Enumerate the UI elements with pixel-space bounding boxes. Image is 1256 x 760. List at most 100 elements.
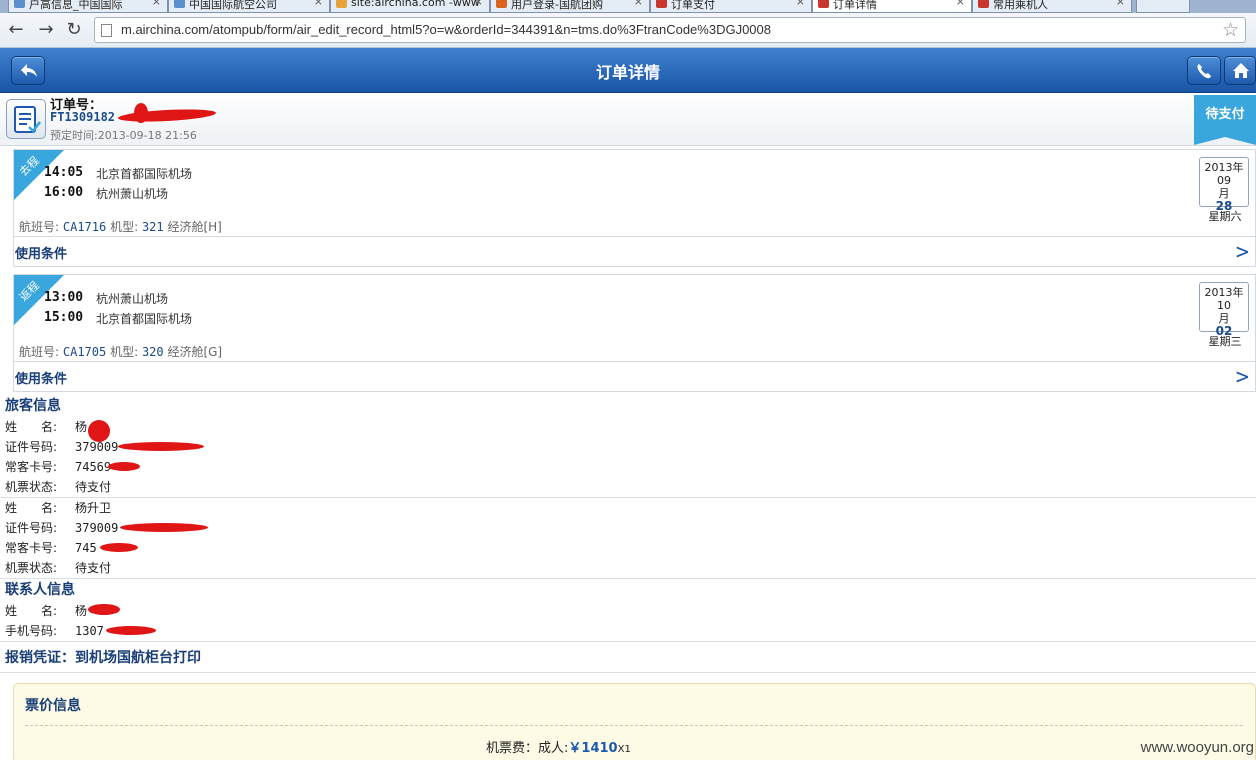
chevron-right-icon: >	[1235, 240, 1249, 265]
contact-phone-row: 手机号码: 1307	[5, 622, 104, 639]
browser-tab-5[interactable]: 订单支付 ×	[650, 0, 812, 13]
calendar-date-icon: 2013年09 月 28	[1199, 157, 1249, 213]
reload-icon[interactable]: ↻	[63, 19, 85, 41]
redaction-mark	[118, 442, 204, 451]
divider	[0, 578, 1256, 579]
divider	[0, 497, 1256, 498]
redaction-mark	[100, 543, 138, 552]
departure-airport: 北京首都国际机场	[96, 167, 193, 181]
fare-info-panel: 票价信息 机票费：成人:￥1410X1	[13, 683, 1256, 760]
google-favicon-icon	[336, 0, 347, 8]
browser-tab-7[interactable]: 常用乘机人 ×	[972, 0, 1132, 13]
arrival-airport: 北京首都国际机场	[96, 312, 193, 326]
ticket-status: 待支付	[75, 480, 112, 494]
passenger-ffp: 74569	[75, 460, 112, 474]
calendar-year-month: 2013年10	[1204, 286, 1244, 312]
watermark: www.wooyun.org	[1140, 739, 1254, 756]
ffp-label: 常客卡号:	[5, 541, 58, 555]
fare-amount: ￥1410	[568, 741, 618, 756]
browser-tab-1[interactable]: 户高信息_中国国际 ×	[8, 0, 168, 13]
weekday: 星期六	[1208, 210, 1242, 223]
id-label: 证件号码:	[5, 521, 58, 535]
ticket-status: 待支付	[75, 561, 112, 575]
browser-tab-6-active[interactable]: 订单详情 ×	[812, 0, 972, 13]
phone-icon	[1197, 64, 1211, 79]
forward-arrow-icon[interactable]: →	[35, 19, 57, 41]
flight-segment-return: 返程 13:00 杭州萧山机场 15:00 北京首都国际机场 航班号: CA17…	[13, 274, 1256, 392]
order-status-badge: 待支付	[1194, 95, 1256, 145]
airchina-favicon-icon	[818, 0, 829, 8]
tab-close-icon[interactable]: ×	[956, 0, 965, 8]
flight-number-label: 航班号:	[19, 345, 60, 359]
passenger-id-row: 证件号码: 379009	[5, 519, 118, 536]
passenger-id: 379009	[75, 440, 119, 454]
tab-close-icon[interactable]: ×	[152, 0, 161, 8]
tab-label: 中国国际航空公司	[189, 0, 277, 11]
tab-close-icon[interactable]: ×	[474, 0, 483, 8]
redaction-mark	[88, 420, 110, 442]
aircraft-label: 机型:	[110, 220, 139, 234]
aircraft-type: 321	[141, 220, 164, 234]
weekday: 星期三	[1208, 335, 1242, 348]
arrival-time: 16:00	[44, 185, 84, 200]
ticket-status-row: 机票状态: 待支付	[5, 559, 111, 576]
browser-tab-2[interactable]: 中国国际航空公司 ×	[168, 0, 330, 13]
home-icon	[1233, 63, 1249, 78]
tab-label: 常用乘机人	[993, 0, 1048, 11]
fare-info-title: 票价信息	[25, 698, 81, 714]
aircraft-label: 机型:	[110, 345, 139, 359]
usage-conditions-row[interactable]: 使用条件 >	[14, 236, 1255, 267]
usage-conditions-row[interactable]: 使用条件 >	[14, 361, 1255, 392]
bookmark-star-icon[interactable]: ☆	[1222, 19, 1239, 41]
url-text[interactable]: m.airchina.com/atompub/form/air_edit_rec…	[121, 22, 771, 37]
flight-segment-outbound: 去程 14:05 北京首都国际机场 16:00 杭州萧山机场 航班号: CA17…	[13, 149, 1256, 267]
fare-label: 机票费：	[486, 741, 539, 756]
tab-label: 订单详情	[833, 0, 877, 11]
name-label: 姓 名:	[5, 420, 58, 434]
page-title: 订单详情	[595, 63, 660, 82]
browser-tab-4[interactable]: 用户登录-国航团购 ×	[490, 0, 650, 13]
name-label: 姓 名:	[5, 501, 58, 515]
app-header: 订单详情	[0, 48, 1256, 93]
arrival-airport: 杭州萧山机场	[96, 187, 169, 201]
cabin-class: 经济舱[G]	[167, 345, 223, 359]
page-icon	[101, 24, 112, 37]
cabin-class: 经济舱[H]	[167, 220, 222, 234]
tab-close-icon[interactable]: ×	[634, 0, 643, 8]
home-button[interactable]	[1224, 56, 1256, 85]
flight-number: CA1705	[62, 345, 107, 359]
ticket-status-row: 机票状态: 待支付	[5, 478, 111, 495]
tab-close-icon[interactable]: ×	[314, 0, 323, 8]
passenger-name-row: 姓 名: 杨	[5, 418, 87, 435]
contact-phone: 1307	[75, 624, 104, 638]
address-bar[interactable]: m.airchina.com/atompub/form/air_edit_rec…	[94, 17, 1246, 43]
passenger-ffp: 745	[75, 541, 97, 555]
dashed-divider	[25, 725, 1243, 726]
contact-name-row: 姓 名: 杨	[5, 602, 87, 619]
id-label: 证件号码:	[5, 440, 58, 454]
passenger-ffp-row: 常客卡号: 745	[5, 539, 97, 556]
chevron-right-icon: >	[1235, 365, 1249, 390]
fare-quantity: X1	[617, 744, 631, 755]
tab-close-icon[interactable]: ×	[1116, 0, 1125, 8]
tab-label: site:airchina.com -www	[351, 0, 480, 9]
flight-number: CA1716	[62, 220, 107, 234]
redaction-mark	[106, 626, 156, 635]
phone-label: 手机号码:	[5, 624, 58, 638]
phone-button[interactable]	[1187, 56, 1221, 85]
reimbursement-voucher: 报销凭证：到机场国航柜台打印	[5, 650, 201, 666]
tab-label: 户高信息_中国国际	[29, 0, 123, 11]
departure-airport: 杭州萧山机场	[96, 292, 169, 306]
departure-time: 13:00	[44, 290, 84, 305]
back-arrow-icon[interactable]: ←	[5, 19, 27, 41]
status-label: 机票状态:	[5, 480, 58, 494]
browser-tab-3[interactable]: site:airchina.com -www ×	[330, 0, 490, 13]
browser-toolbar: ← → ↻ m.airchina.com/atompub/form/air_ed…	[0, 13, 1256, 48]
new-tab-button[interactable]	[1136, 0, 1190, 13]
status-label: 机票状态:	[5, 561, 58, 575]
airchina-favicon-icon	[656, 0, 667, 8]
usage-conditions-label: 使用条件	[15, 247, 68, 262]
passenger-id: 379009	[75, 521, 119, 535]
tab-close-icon[interactable]: ×	[796, 0, 805, 8]
redaction-mark	[120, 523, 208, 532]
